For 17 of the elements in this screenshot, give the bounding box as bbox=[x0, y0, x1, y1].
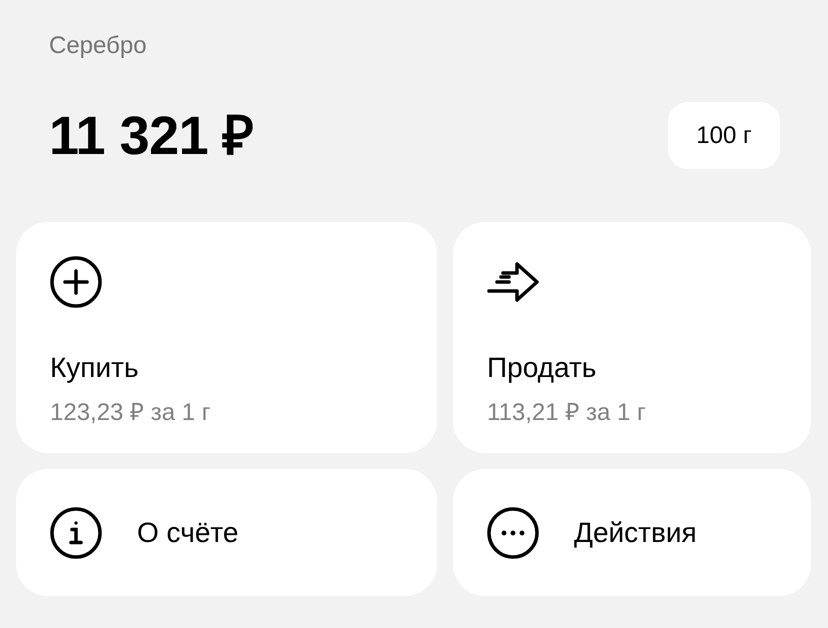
price-per-gram: 123,23 ₽ за 1 г bbox=[50, 399, 211, 427]
action-label: Купить bbox=[50, 351, 139, 385]
info-icon bbox=[50, 506, 102, 558]
price-per-gram: 113,21 ₽ за 1 г bbox=[487, 399, 646, 427]
action-label: Продать bbox=[487, 351, 596, 385]
more-icon bbox=[487, 506, 539, 558]
plus-circle-icon bbox=[50, 256, 102, 308]
action-card[interactable]: О счёте bbox=[16, 469, 437, 596]
action-card[interactable]: Купить 123,23 ₽ за 1 г bbox=[16, 222, 437, 453]
arrow-right-icon bbox=[487, 260, 541, 304]
action-card[interactable]: Действия bbox=[453, 469, 811, 596]
asset-title: Серебро bbox=[49, 32, 147, 60]
action-label: Действия bbox=[574, 516, 697, 550]
unit-chip[interactable]: 100 г bbox=[668, 102, 780, 169]
action-label: О счёте bbox=[137, 516, 238, 550]
balance-amount: 11 321 ₽ bbox=[49, 106, 254, 166]
action-card[interactable]: Продать 113,21 ₽ за 1 г bbox=[453, 222, 811, 453]
